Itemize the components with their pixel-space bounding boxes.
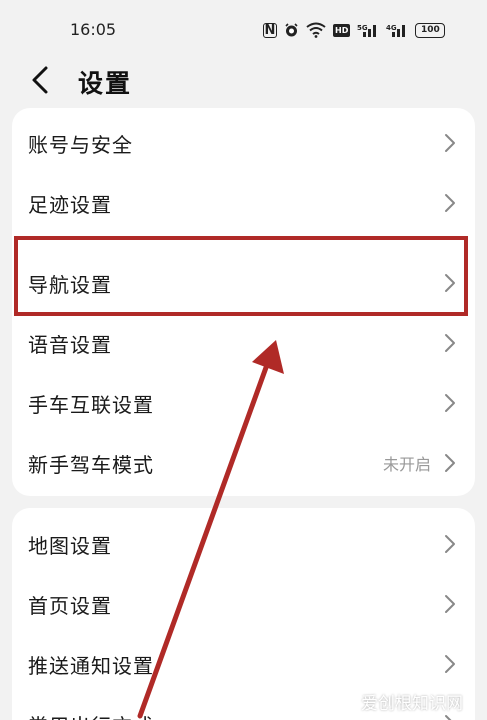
settings-row-phone-car-link[interactable]: 手车互联设置 [12, 373, 475, 433]
nfc-icon: N [263, 22, 277, 38]
settings-row-footprint[interactable]: 足迹设置 [12, 173, 475, 233]
row-label: 推送通知设置 [28, 653, 154, 678]
chevron-right-icon [445, 134, 455, 152]
page-title: 设置 [78, 69, 133, 98]
hd-icon: HD [333, 23, 351, 37]
watermark: 爱创根知识网 [361, 694, 463, 714]
header: 设置 [0, 56, 487, 106]
row-label: 账号与安全 [28, 132, 133, 157]
row-label: 手车互联设置 [28, 392, 154, 417]
battery-icon: 100 [415, 22, 446, 38]
status-icons: N HD 5G 4G 100 [263, 21, 446, 39]
settings-row-navigation[interactable]: 导航设置 [12, 253, 475, 313]
chevron-right-icon [445, 394, 455, 412]
back-button[interactable] [26, 62, 56, 98]
chevron-right-icon [445, 274, 455, 292]
wifi-icon [306, 22, 326, 38]
settings-group-1: 账号与安全 足迹设置 导航设置 语音设置 手车互联设置 新手驾车模式 未开启 [12, 108, 475, 496]
row-label: 地图设置 [28, 533, 112, 558]
chevron-right-icon [445, 334, 455, 352]
signal-icon-2: 4G [386, 22, 408, 38]
row-label: 足迹设置 [28, 192, 112, 217]
chevron-left-icon [32, 66, 48, 94]
svg-text:4G: 4G [386, 24, 397, 32]
svg-text:5G: 5G [357, 24, 368, 32]
chevron-right-icon [445, 655, 455, 673]
settings-row-map[interactable]: 地图设置 [12, 514, 475, 574]
row-label: 首页设置 [28, 593, 112, 618]
row-label: 语音设置 [28, 332, 112, 357]
status-time: 16:05 [70, 20, 117, 39]
settings-row-push-notification[interactable]: 推送通知设置 [12, 634, 475, 694]
chevron-right-icon [445, 535, 455, 553]
settings-row-account-security[interactable]: 账号与安全 [12, 113, 475, 173]
settings-row-novice-driving[interactable]: 新手驾车模式 未开启 [12, 433, 475, 493]
chevron-right-icon [445, 715, 452, 720]
row-label: 导航设置 [28, 272, 112, 297]
settings-row-voice[interactable]: 语音设置 [12, 313, 475, 373]
alarm-icon [284, 22, 299, 38]
signal-icon-1: 5G [357, 22, 379, 38]
chevron-right-icon [445, 194, 455, 212]
row-label: 新手驾车模式 [28, 452, 154, 477]
row-status-value: 未开启 [382, 455, 431, 474]
settings-row-homepage[interactable]: 首页设置 [12, 574, 475, 634]
chevron-right-icon [445, 595, 455, 613]
chevron-right-icon [445, 454, 455, 472]
status-bar: 16:05 N HD 5G 4G 100 [0, 0, 487, 56]
row-label: 常用出行方式 [28, 710, 154, 720]
